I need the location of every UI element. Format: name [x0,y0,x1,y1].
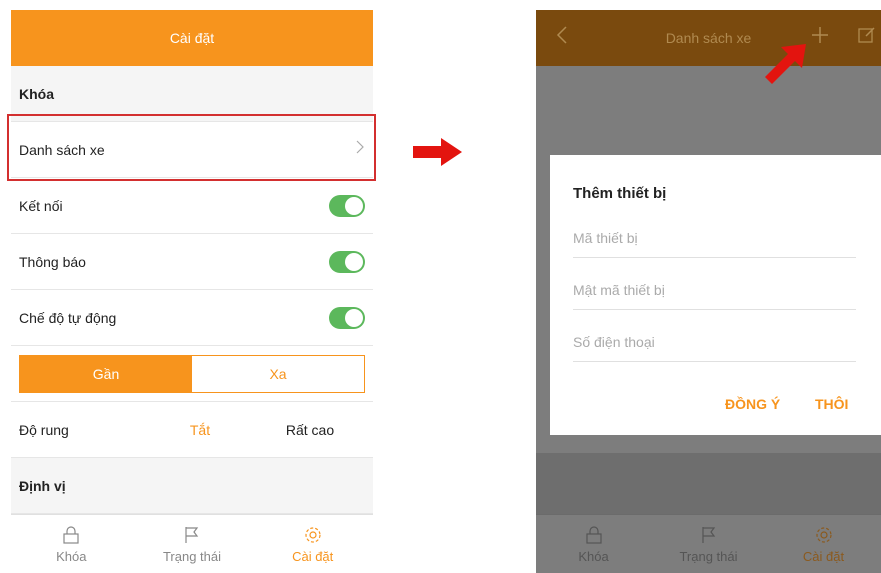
gear-icon [305,526,321,543]
tab-lock-label: Khóa [56,548,87,564]
list-item-dimmed [536,453,881,515]
page-title: Cài đặt [169,30,215,46]
range-segmented-control: Gần Xa [19,354,365,393]
right-arrow-icon [413,138,462,166]
notify-row: Thông báo [11,234,373,290]
auto-mode-row: Chế độ tự động [11,290,373,346]
section-lock-label: Khóa [19,85,54,102]
add-icon[interactable] [811,26,829,50]
tab-status-label: Trạng thái [679,548,738,564]
vibration-very-high-option[interactable]: Rất cao [255,422,365,438]
gear-icon [815,526,832,543]
tab-settings-label: Cài đặt [292,548,334,564]
section-locate-label: Định vị [19,477,66,494]
toggle-knob [345,252,363,271]
tab-status[interactable]: Trạng thái [651,515,766,573]
lock-icon [63,525,79,544]
section-locate: Định vị [11,458,373,514]
highlight-box [7,114,376,181]
dialog-title: Thêm thiết bị [573,185,667,202]
tab-lock-label: Khóa [578,548,609,564]
settings-header: Cài đặt [11,10,373,66]
page-title: Danh sách xe [665,30,752,46]
notify-toggle[interactable] [329,250,365,273]
connect-toggle[interactable] [329,194,365,217]
flag-icon [185,526,199,543]
segment-near[interactable]: Gần [20,355,192,392]
vibration-options: Tắt Rất cao [145,422,365,438]
auto-mode-toggle[interactable] [329,306,365,329]
tab-bar: Khóa Trạng thái Cài đặt [11,514,373,573]
auto-mode-label: Chế độ tự động [19,309,117,326]
edit-icon[interactable] [858,26,876,50]
phone-number-field[interactable]: Số điện thoại [573,323,856,362]
cancel-button[interactable]: THÔI [815,396,848,412]
device-password-field[interactable]: Mật mã thiết bị [573,271,856,310]
confirm-button[interactable]: ĐỒNG Ý [725,396,780,412]
vehicle-list-header: Danh sách xe [536,10,881,66]
vibration-row: Độ rung Tắt Rất cao [11,402,373,458]
vehicle-list-screen: Danh sách xe Thêm thiết bị Mã thiết bị M… [536,10,881,573]
tab-status-label: Trạng thái [162,548,222,564]
tab-lock[interactable]: Khóa [11,515,132,573]
tab-bar: Khóa Trạng thái Cài đặt [536,514,881,573]
toggle-knob [345,196,363,215]
tab-status[interactable]: Trạng thái [132,515,253,573]
notify-label: Thông báo [19,253,86,270]
range-segment-row: Gần Xa [11,346,373,402]
segment-far[interactable]: Xa [192,355,364,392]
tab-settings-label: Cài đặt [802,548,845,564]
connect-label: Kết nối [19,197,63,214]
add-device-dialog: Thêm thiết bị Mã thiết bị Mật mã thiết b… [550,155,881,435]
settings-screen: Cài đặt Khóa Danh sách xe Kết nối Thông … [11,10,373,573]
flag-icon [701,526,715,543]
vibration-label: Độ rung [19,421,69,438]
toggle-knob [345,308,363,327]
lock-icon [585,525,602,544]
pointer-arrow-icon [765,44,806,84]
back-icon[interactable] [556,25,568,51]
tab-settings[interactable]: Cài đặt [766,515,881,573]
device-code-field[interactable]: Mã thiết bị [573,219,856,258]
tab-lock[interactable]: Khóa [536,515,651,573]
connect-row: Kết nối [11,178,373,234]
vibration-off-option[interactable]: Tắt [145,422,255,438]
tab-settings[interactable]: Cài đặt [252,515,373,573]
